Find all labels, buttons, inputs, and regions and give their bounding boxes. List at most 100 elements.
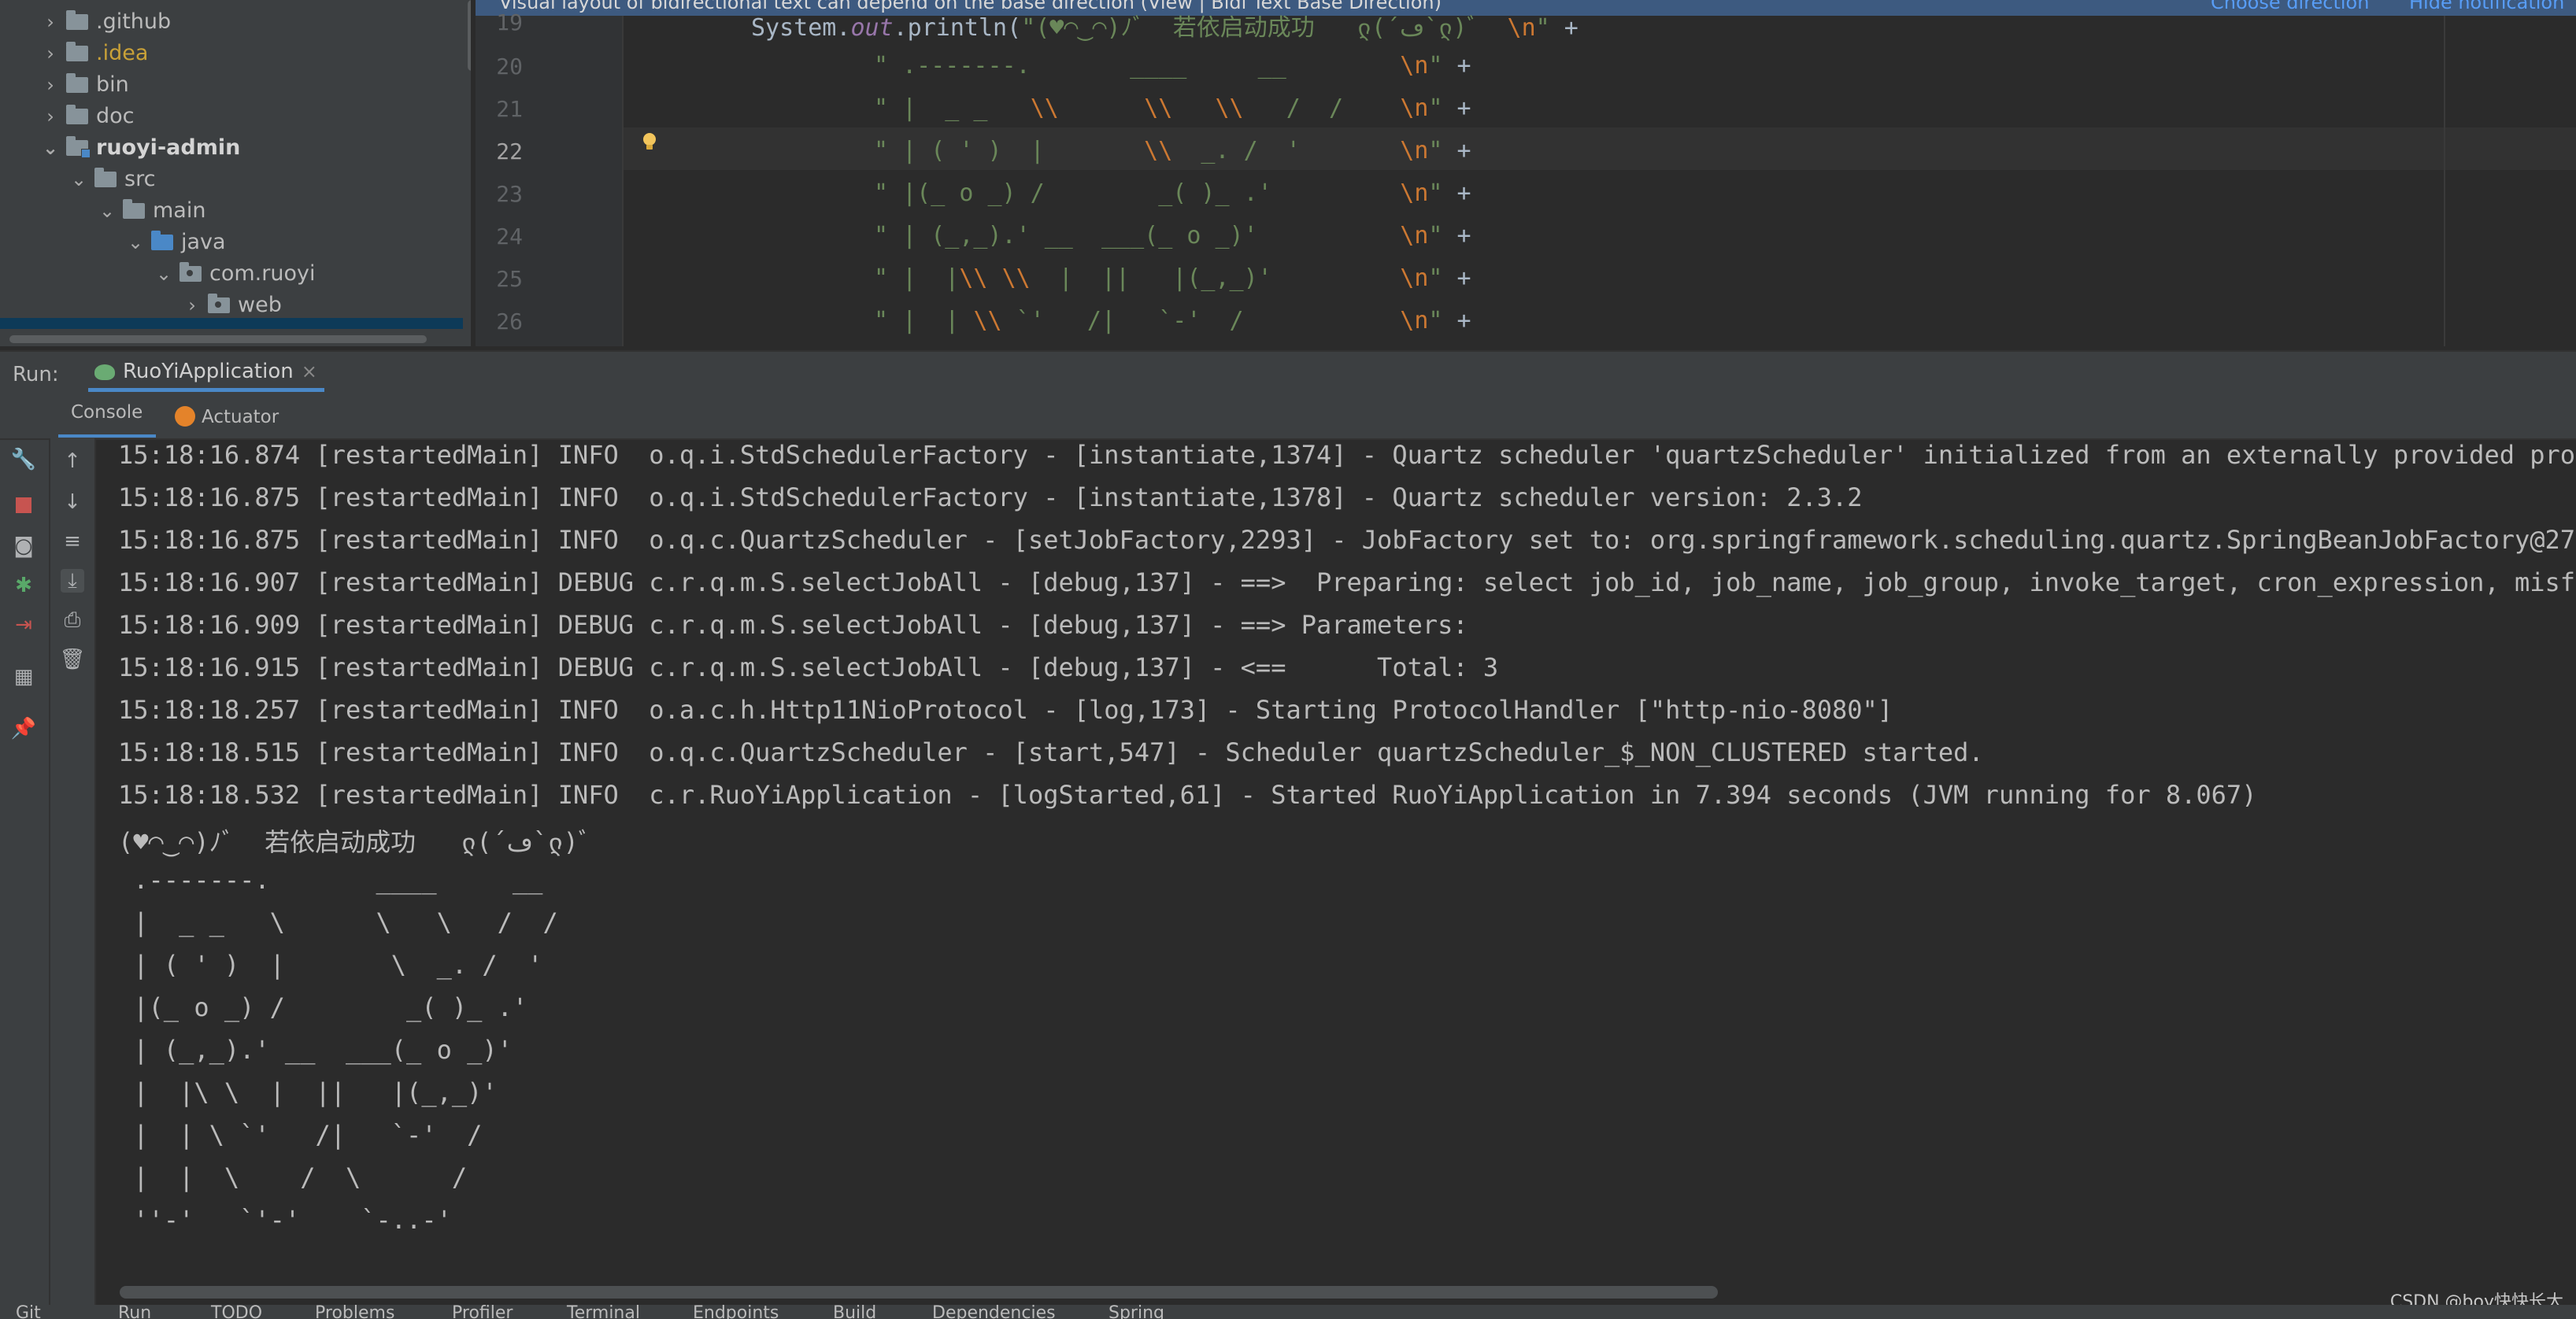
log-line: 15:18:16.875 [restartedMain] INFO o.q.i.… bbox=[118, 482, 1863, 512]
source-folder-icon bbox=[151, 231, 173, 250]
scroll-to-end-icon[interactable]: ⤓ bbox=[61, 569, 84, 593]
chevron-right-icon[interactable]: › bbox=[39, 101, 61, 132]
bottom-tab-git[interactable]: Git bbox=[16, 1305, 41, 1319]
pin-icon[interactable]: 📌 bbox=[11, 717, 36, 741]
chevron-down-icon[interactable]: ⌄ bbox=[96, 195, 118, 227]
chevron-down-icon[interactable]: ⌄ bbox=[68, 164, 90, 195]
package-icon bbox=[180, 262, 202, 282]
tree-item-com-ruoyi[interactable]: ⌄ com.ruoyi bbox=[153, 258, 316, 290]
tab-ruoyi-application[interactable]: RuoYiApplication × bbox=[88, 352, 324, 391]
debug-icon[interactable]: ✱ bbox=[12, 574, 35, 597]
console-toolbar: ↑ ↓ ≡ ⤓ ⎙ 🗑 bbox=[50, 438, 96, 1319]
bottom-tab-todo[interactable]: TODO bbox=[211, 1305, 262, 1319]
tree-item-java[interactable]: ⌄ java bbox=[124, 227, 226, 258]
code-line-21[interactable]: " | _ _ \\ \\ \\ / / \n" + bbox=[874, 94, 1471, 122]
layout-icon[interactable]: ▦ bbox=[12, 665, 35, 689]
tree-horizontal-scrollbar[interactable] bbox=[9, 335, 427, 343]
tree-item-doc[interactable]: › doc bbox=[39, 101, 134, 132]
arrow-down-icon[interactable]: ↓ bbox=[61, 490, 84, 514]
notification-text: Visual layout of bidirectional text can … bbox=[499, 0, 1442, 13]
hide-notification-link[interactable]: Hide notification bbox=[2409, 0, 2564, 12]
run-left-toolbar: ↻ 🔧 ◙ ✱ ⇥ ▦ 📌 bbox=[0, 393, 50, 1319]
chevron-right-icon[interactable]: › bbox=[39, 6, 61, 38]
run-tool-window-header: Run: RuoYiApplication × bbox=[0, 350, 2576, 393]
banner-line: | _ _ \ \ \ / / bbox=[118, 907, 558, 937]
modify-run-configuration-icon[interactable]: 🔧 bbox=[11, 448, 36, 471]
bottom-tab-build[interactable]: Build bbox=[833, 1305, 876, 1319]
restore-layout-icon[interactable]: ⇥ bbox=[12, 613, 35, 637]
lightbulb-icon[interactable] bbox=[641, 132, 658, 151]
bottom-tab-run[interactable]: Run bbox=[118, 1305, 151, 1319]
code-line-24[interactable]: " | (_,_).' __ ___(_ o _)' \n" + bbox=[874, 222, 1471, 249]
bottom-tab-terminal[interactable]: Terminal bbox=[567, 1305, 640, 1319]
arrow-up-icon[interactable]: ↑ bbox=[61, 449, 84, 473]
log-line: 15:18:18.532 [restartedMain] INFO c.r.Ru… bbox=[118, 780, 2257, 810]
top-area: › .github › .idea › bin › doc ⌄ ruoyi-admin ⌄… bbox=[0, 0, 2576, 346]
line-number: 22 bbox=[496, 139, 523, 164]
banner-line: (♥◠‿◠)ﾉﾞ 若依启动成功 ლ(´ڡ`ლ)ﾞ bbox=[118, 827, 591, 857]
line-number: 19 bbox=[496, 9, 523, 35]
code-line-20[interactable]: " .-------. ____ __ \n" + bbox=[874, 52, 1471, 79]
line-number: 24 bbox=[496, 224, 523, 249]
tree-vertical-scrollbar[interactable] bbox=[468, 0, 471, 71]
banner-line: | ( ' ) | \ _. / ' bbox=[118, 950, 543, 980]
chevron-right-icon[interactable]: › bbox=[39, 69, 61, 101]
console-horizontal-scrollbar[interactable] bbox=[120, 1286, 1718, 1299]
code-editor[interactable]: Visual layout of bidirectional text can … bbox=[476, 0, 2576, 346]
active-subtab-indicator bbox=[58, 434, 156, 438]
tree-item-main[interactable]: ⌄ main bbox=[96, 195, 206, 227]
chevron-right-icon[interactable]: › bbox=[39, 38, 61, 69]
folder-icon bbox=[123, 199, 145, 219]
bottom-tab-endpoints[interactable]: Endpoints bbox=[693, 1305, 779, 1319]
bottom-tab-problems[interactable]: Problems bbox=[315, 1305, 394, 1319]
banner-line: | |\ \ | || |(_,_)' bbox=[118, 1077, 498, 1107]
tree-item-ruoyi-admin[interactable]: ⌄ ruoyi-admin bbox=[39, 132, 240, 164]
bottom-tab-dependencies[interactable]: Dependencies bbox=[932, 1305, 1056, 1319]
tree-item-label: web bbox=[238, 293, 282, 317]
soft-wrap-icon[interactable]: ≡ bbox=[61, 530, 84, 553]
tree-item-label: main bbox=[153, 198, 206, 223]
bottom-tab-profiler[interactable]: Profiler bbox=[452, 1305, 513, 1319]
code-line-19[interactable]: System.out.println("(♥◠‿◠)ﾉﾞ 若依启动成功 ლ(´ڡ… bbox=[751, 8, 1579, 42]
log-line: 15:18:16.874 [restartedMain] INFO o.q.i.… bbox=[118, 440, 2576, 470]
line-number: 23 bbox=[496, 181, 523, 207]
bottom-tab-spring[interactable]: Spring bbox=[1108, 1305, 1164, 1319]
code-line-25[interactable]: " | |\\ \\ | || |(_,_)' \n" + bbox=[874, 264, 1471, 292]
choose-direction-link[interactable]: Choose direction bbox=[2211, 0, 2369, 12]
close-icon[interactable]: × bbox=[302, 360, 317, 382]
chevron-right-icon[interactable]: › bbox=[181, 290, 203, 321]
print-icon[interactable]: ⎙ bbox=[61, 608, 84, 632]
module-folder-icon bbox=[66, 136, 91, 158]
folder-icon bbox=[66, 73, 88, 93]
active-tab-indicator bbox=[88, 388, 324, 392]
line-number: 21 bbox=[496, 96, 523, 122]
spring-boot-app-icon bbox=[94, 364, 115, 380]
banner-line: ''-' `'-' `-..-' bbox=[118, 1205, 452, 1235]
tree-item-github[interactable]: › .github bbox=[39, 6, 171, 38]
tree-item-idea[interactable]: › .idea bbox=[39, 38, 148, 69]
code-line-26[interactable]: " | | \\ `' /| `-' / \n" + bbox=[874, 307, 1471, 334]
tab-actuator[interactable]: Actuator bbox=[175, 402, 279, 427]
chevron-down-icon[interactable]: ⌄ bbox=[153, 258, 175, 290]
tree-item-label: .idea bbox=[96, 41, 149, 65]
gutter-separator bbox=[622, 16, 624, 346]
tree-item-web[interactable]: › web bbox=[181, 290, 282, 321]
code-line-22[interactable]: " | ( ' ) | \\ _. / ' \n" + bbox=[874, 137, 1471, 164]
tree-selected-row[interactable] bbox=[0, 318, 463, 329]
camera-icon[interactable]: ◙ bbox=[12, 534, 35, 558]
line-number: 25 bbox=[496, 266, 523, 292]
chevron-down-icon[interactable]: ⌄ bbox=[39, 132, 61, 164]
trash-icon[interactable]: 🗑 bbox=[60, 648, 86, 671]
chevron-down-icon[interactable]: ⌄ bbox=[124, 227, 146, 258]
stop-icon[interactable] bbox=[12, 493, 35, 517]
tree-item-src[interactable]: ⌄ src bbox=[68, 164, 155, 195]
log-line: 15:18:18.515 [restartedMain] INFO o.q.c.… bbox=[118, 737, 1984, 767]
tree-item-bin[interactable]: › bin bbox=[39, 69, 129, 101]
code-line-23[interactable]: " |(_ o _) / _( )_ .' \n" + bbox=[874, 179, 1471, 207]
console-output[interactable]: 15:18:16.874 [restartedMain] INFO o.q.i.… bbox=[98, 440, 2576, 1280]
log-line: 15:18:16.915 [restartedMain] DEBUG c.r.q… bbox=[118, 652, 1499, 682]
tab-console[interactable]: Console bbox=[71, 402, 142, 423]
tree-item-label: bin bbox=[96, 72, 129, 97]
run-label: Run: bbox=[13, 363, 59, 386]
tree-item-label: java bbox=[181, 230, 226, 254]
